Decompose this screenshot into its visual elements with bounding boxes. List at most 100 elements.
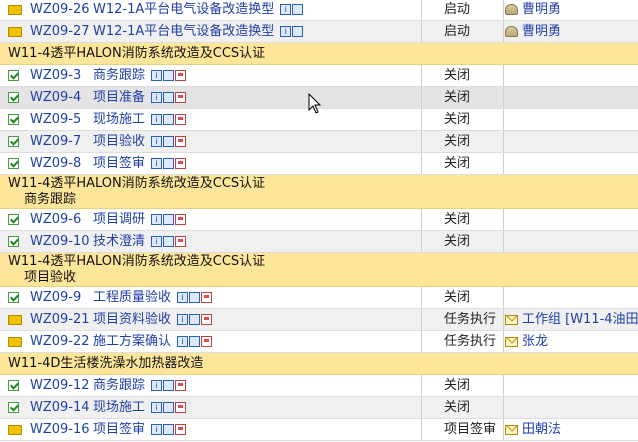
task-assignee[interactable]: 曹明勇 xyxy=(505,21,561,42)
task-name-link[interactable]: 商务跟踪 i xyxy=(93,65,187,86)
task-name[interactable]: W12-1A平台电气设备改造换型 xyxy=(93,2,274,17)
assignee-name[interactable]: 工作组 [W11-4油田 xyxy=(522,312,638,327)
edit-icon[interactable] xyxy=(175,402,187,413)
task-row[interactable]: WZ09-6 项目调研 i 关闭 xyxy=(0,209,638,231)
info-icon[interactable]: i xyxy=(151,214,163,225)
task-id-link[interactable]: WZ09-7 xyxy=(30,131,81,152)
task-id-link[interactable]: WZ09-22 xyxy=(30,331,90,352)
task-id-link[interactable]: WZ09-27 xyxy=(30,21,90,42)
info-icon[interactable]: i xyxy=(151,236,163,247)
info-icon[interactable]: i xyxy=(151,158,163,169)
task-name-link[interactable]: 项目签审 i xyxy=(93,153,187,174)
assignee-name[interactable]: 曹明勇 xyxy=(522,2,561,17)
task-assignee[interactable]: 田朝法 xyxy=(505,419,561,440)
edit-icon[interactable] xyxy=(175,114,187,125)
task-name-link[interactable]: 技术澄清 i xyxy=(93,231,187,252)
task-name[interactable]: 项目调研 xyxy=(93,212,145,227)
task-name[interactable]: W12-1A平台电气设备改造换型 xyxy=(93,24,274,39)
task-name[interactable]: 技术澄清 xyxy=(93,234,145,249)
task-name-link[interactable]: 现场施工 i xyxy=(93,109,187,130)
info-icon[interactable]: i xyxy=(151,380,163,391)
task-name-link[interactable]: 项目验收 i xyxy=(93,131,187,152)
task-name[interactable]: 项目资料验收 xyxy=(93,312,171,327)
edit-icon[interactable] xyxy=(175,236,187,247)
info-icon[interactable]: i xyxy=(177,314,189,325)
task-id-link[interactable]: WZ09-12 xyxy=(30,375,90,396)
task-name[interactable]: 项目签审 xyxy=(93,422,145,437)
task-row[interactable]: WZ09-8 项目签审 i 关闭 xyxy=(0,153,638,175)
task-row[interactable]: WZ09-26 W12-1A平台电气设备改造换型 i 启动 曹明勇 xyxy=(0,0,638,21)
edit-icon[interactable] xyxy=(175,380,187,391)
view-icon[interactable] xyxy=(163,70,175,81)
task-id-link[interactable]: WZ09-16 xyxy=(30,419,90,440)
info-icon[interactable]: i xyxy=(151,136,163,147)
task-name-link[interactable]: 项目签审 i xyxy=(93,419,187,440)
view-icon[interactable] xyxy=(292,26,304,37)
assignee-name[interactable]: 曹明勇 xyxy=(522,24,561,39)
task-row[interactable]: WZ09-9 工程质量验收 i 关闭 xyxy=(0,287,638,309)
info-icon[interactable]: i xyxy=(177,292,189,303)
task-name-link[interactable]: 商务跟踪 i xyxy=(93,375,187,396)
info-icon[interactable]: i xyxy=(151,402,163,413)
info-icon[interactable]: i xyxy=(177,336,189,347)
edit-icon[interactable] xyxy=(175,424,187,435)
task-name[interactable]: 施工方案确认 xyxy=(93,334,171,349)
edit-icon[interactable] xyxy=(175,214,187,225)
view-icon[interactable] xyxy=(292,4,304,15)
info-icon[interactable]: i xyxy=(280,4,292,15)
task-name[interactable]: 商务跟踪 xyxy=(93,68,145,83)
task-name[interactable]: 项目验收 xyxy=(93,134,145,149)
task-id-link[interactable]: WZ09-10 xyxy=(30,231,90,252)
task-row[interactable]: WZ09-22 施工方案确认 i 任务执行 张龙 xyxy=(0,331,638,353)
info-icon[interactable]: i xyxy=(280,26,292,37)
edit-icon[interactable] xyxy=(175,92,187,103)
task-id-link[interactable]: WZ09-8 xyxy=(30,153,81,174)
task-row[interactable]: WZ09-14 现场施工 i 关闭 xyxy=(0,397,638,419)
view-icon[interactable] xyxy=(163,92,175,103)
task-row[interactable]: WZ09-21 项目资料验收 i 任务执行 工作组 [W11-4油田 xyxy=(0,309,638,331)
task-id-link[interactable]: WZ09-14 xyxy=(30,397,90,418)
task-name[interactable]: 项目签审 xyxy=(93,156,145,171)
edit-icon[interactable] xyxy=(175,136,187,147)
task-id-link[interactable]: WZ09-4 xyxy=(30,87,81,108)
task-row[interactable]: WZ09-10 技术澄清 i 关闭 xyxy=(0,231,638,253)
task-name-link[interactable]: 现场施工 i xyxy=(93,397,187,418)
assignee-name[interactable]: 张龙 xyxy=(522,334,548,349)
task-name[interactable]: 现场施工 xyxy=(93,112,145,127)
task-name-link[interactable]: W12-1A平台电气设备改造换型 i xyxy=(93,0,304,20)
edit-icon[interactable] xyxy=(201,292,213,303)
view-icon[interactable] xyxy=(163,136,175,147)
view-icon[interactable] xyxy=(189,336,201,347)
info-icon[interactable]: i xyxy=(151,424,163,435)
task-id-link[interactable]: WZ09-5 xyxy=(30,109,81,130)
task-row[interactable]: WZ09-3 商务跟踪 i 关闭 xyxy=(0,65,638,87)
task-id-link[interactable]: WZ09-3 xyxy=(30,65,81,86)
info-icon[interactable]: i xyxy=(151,92,163,103)
edit-icon[interactable] xyxy=(201,314,213,325)
task-row[interactable]: WZ09-7 项目验收 i 关闭 xyxy=(0,131,638,153)
info-icon[interactable]: i xyxy=(151,114,163,125)
view-icon[interactable] xyxy=(163,158,175,169)
task-name[interactable]: 工程质量验收 xyxy=(93,290,171,305)
task-name-link[interactable]: 工程质量验收 i xyxy=(93,287,213,308)
task-row[interactable]: WZ09-12 商务跟踪 i 关闭 xyxy=(0,375,638,397)
task-name[interactable]: 商务跟踪 xyxy=(93,378,145,393)
info-icon[interactable]: i xyxy=(151,70,163,81)
view-icon[interactable] xyxy=(163,380,175,391)
view-icon[interactable] xyxy=(163,114,175,125)
edit-icon[interactable] xyxy=(175,158,187,169)
view-icon[interactable] xyxy=(189,314,201,325)
task-row[interactable]: WZ09-27 W12-1A平台电气设备改造换型 i 启动 曹明勇 xyxy=(0,21,638,43)
view-icon[interactable] xyxy=(163,424,175,435)
task-name-link[interactable]: 项目准备 i xyxy=(93,87,187,108)
view-icon[interactable] xyxy=(163,214,175,225)
task-assignee[interactable]: 工作组 [W11-4油田 xyxy=(505,309,638,330)
task-id-link[interactable]: WZ09-6 xyxy=(30,209,81,230)
task-id-link[interactable]: WZ09-9 xyxy=(30,287,81,308)
task-assignee[interactable]: 张龙 xyxy=(505,331,548,352)
edit-icon[interactable] xyxy=(201,336,213,347)
task-name[interactable]: 现场施工 xyxy=(93,400,145,415)
task-name-link[interactable]: 项目资料验收 i xyxy=(93,309,213,330)
task-assignee[interactable]: 曹明勇 xyxy=(505,0,561,20)
task-id-link[interactable]: WZ09-26 xyxy=(30,0,90,20)
